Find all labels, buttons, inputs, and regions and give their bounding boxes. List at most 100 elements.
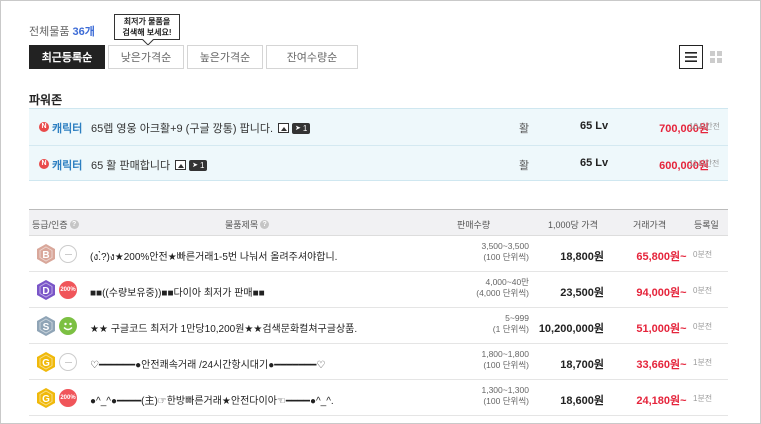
item-type: 활 <box>519 123 530 135</box>
header-grade-label: 등급/인증 <box>32 220 68 230</box>
registered-time: 0분전 <box>693 286 713 295</box>
item-time: 10시간전 <box>689 122 720 131</box>
total-items-count: 전체물품 36개 <box>29 23 95 39</box>
grade-badge: B <box>37 244 55 264</box>
registered-time: 1분전 <box>693 358 713 367</box>
sort-tab-remaining-qty[interactable]: 잔여수량순 <box>266 45 358 69</box>
sort-tab-high-price[interactable]: 높은가격순 <box>187 45 263 69</box>
grade-letter: G <box>42 394 50 405</box>
item-quantity: 5~999 (1 단위씩) <box>434 313 529 335</box>
registered-time: 1분전 <box>693 394 713 403</box>
total-label: 전체물품 <box>29 26 70 38</box>
search-tooltip: 최저가 물품을 검색해 보세요! <box>114 14 180 40</box>
grade-letter: G <box>42 358 50 369</box>
item-title[interactable]: (ง.̀̀?)ง★200%안전★빠른거래1-5번 나눠서 올려주셔야합니. <box>90 248 470 265</box>
registered-time: 0분전 <box>693 250 713 259</box>
item-title[interactable]: ♡━━━━━━●안전쾌속거래 /24시간항시대기●━━━━━━━♡ <box>90 356 470 371</box>
certification-badge: 200% <box>59 281 77 299</box>
total-count: 36개 <box>72 26 95 38</box>
quantity-unit: (100 단위씩) <box>483 252 529 262</box>
unit-price: 23,500원 <box>560 287 604 299</box>
cert-text: 200% <box>60 395 76 401</box>
tooltip-line-2: 검색해 보세요! <box>122 28 172 37</box>
grade-letter: D <box>42 286 49 297</box>
grade-letter: B <box>42 250 49 261</box>
item-quantity: 1,300~1,300 (100 단위씩) <box>434 385 529 407</box>
grade-letter: S <box>43 322 50 333</box>
grade-badge: G <box>37 352 55 372</box>
grade-badge: S <box>37 316 55 336</box>
list-icon <box>685 52 697 62</box>
image-icon <box>278 123 289 133</box>
table-row[interactable]: G 200% ●^_^●━━━━(主)☞한방빠른거래★안전다이아☜━━━━●^_… <box>29 380 728 416</box>
item-quantity: 3,500~3,500 (100 단위씩) <box>434 241 529 263</box>
header-title: 물품제목? <box>225 218 270 231</box>
unit-price: 10,200,000원 <box>538 323 604 335</box>
table-row[interactable]: S ★★ 구글코드 최저가 1만당10,200원★★검색문화컬쳐구글상품. 5~… <box>29 308 728 344</box>
sort-tab-low-price[interactable]: 낮은가격순 <box>108 45 184 69</box>
quantity-range: 5~999 <box>505 313 529 323</box>
image-count-badge: ➤ 1 <box>189 159 208 171</box>
header-grade: 등급/인증? <box>32 218 79 231</box>
certification-badge <box>59 317 77 335</box>
item-title[interactable]: ★★ 구글코드 최저가 1만당10,200원★★검색문화컬쳐구글상품. <box>90 320 470 335</box>
quantity-unit: (1 단위씩) <box>492 324 529 334</box>
quantity-unit: (100 단위씩) <box>483 396 529 406</box>
grade-hexagon-icon: B <box>37 244 55 264</box>
item-title[interactable]: ■■((수량보유중))■■다이아 최저가 판매■■ <box>90 284 470 299</box>
sort-tabs: 최근등록순 낮은가격순 높은가격순 잔여수량순 <box>29 45 361 69</box>
send-icon: ➤ <box>192 162 198 169</box>
grade-hexagon-icon: D <box>37 280 55 300</box>
grade-hexagon-icon: S <box>37 316 55 336</box>
table-row[interactable]: G ♡━━━━━━●안전쾌속거래 /24시간항시대기●━━━━━━━♡ 1,80… <box>29 344 728 380</box>
table-body: B (ง.̀̀?)ง★200%안전★빠른거래1-5번 나눠서 올려주셔야합니. … <box>29 236 728 416</box>
certification-badge <box>59 245 77 263</box>
cert-text: 200% <box>60 287 76 293</box>
help-icon[interactable]: ? <box>260 220 270 229</box>
new-badge: N <box>39 122 49 132</box>
new-badge: N <box>39 159 49 169</box>
grade-hexagon-icon: G <box>37 352 55 372</box>
quantity-unit: (100 단위씩) <box>483 360 529 370</box>
unit-price: 18,600원 <box>560 395 604 407</box>
item-title[interactable]: 65렙 영웅 아크활+9 (구글 깡통) 팝니다. ➤ 1 <box>91 120 311 136</box>
quantity-range: 1,300~1,300 <box>481 385 529 395</box>
header-qty: 판매수량 <box>457 220 491 230</box>
certification-badge: 200% <box>59 389 77 407</box>
category-label: 캐릭터 <box>52 123 83 135</box>
header-title-label: 물품제목 <box>225 220 259 230</box>
send-icon: ➤ <box>295 125 301 132</box>
item-level: 65 Lv <box>580 120 609 132</box>
unit-price: 18,800원 <box>560 251 604 263</box>
quantity-range: 3,500~3,500 <box>481 241 529 251</box>
grade-badge: G <box>37 388 55 408</box>
power-zone-title: 파워존 <box>29 93 63 107</box>
item-title[interactable]: ●^_^●━━━━(主)☞한방빠른거래★안전다이아☜━━━━●^_^. <box>90 392 470 407</box>
item-type: 활 <box>519 160 530 172</box>
sort-tab-recent[interactable]: 최근등록순 <box>29 45 105 69</box>
image-count: 1 <box>199 160 205 170</box>
quantity-range: 1,800~1,800 <box>481 349 529 359</box>
table-row[interactable]: D 200% ■■((수량보유중))■■다이아 최저가 판매■■ 4,000~4… <box>29 272 728 308</box>
certification-badge <box>59 353 77 371</box>
header-unit-price: 1,000당 가격 <box>548 220 598 230</box>
item-title-text: 65렙 영웅 아크활+9 (구글 깡통) 팝니다. <box>91 123 273 135</box>
image-count-badge: ➤ 1 <box>292 122 311 134</box>
list-view-button[interactable] <box>679 45 703 69</box>
item-table: 등급/인증? 물품제목? 판매수량 1,000당 가격 거래가격 등록일 B (… <box>29 209 728 416</box>
item-title[interactable]: 65 활 판매합니다 ➤ 1 <box>91 157 208 173</box>
unit-price: 18,700원 <box>560 359 604 371</box>
image-count: 1 <box>302 123 308 133</box>
item-title-text: 65 활 판매합니다 <box>91 160 171 172</box>
grid-view-button[interactable] <box>704 45 728 69</box>
power-zone-row[interactable]: N 캐릭터 65 활 판매합니다 ➤ 1 활 65 Lv 600,000원 11시… <box>29 145 728 181</box>
item-time: 11시간전 <box>689 159 720 168</box>
quantity-unit: (4,000 단위씩) <box>476 288 529 298</box>
item-level: 65 Lv <box>580 157 609 169</box>
help-icon[interactable]: ? <box>69 220 79 229</box>
table-header: 등급/인증? 물품제목? 판매수량 1,000당 가격 거래가격 등록일 <box>29 209 728 236</box>
tooltip-line-1: 최저가 물품을 <box>123 17 171 26</box>
image-icon <box>175 160 187 170</box>
table-row[interactable]: B (ง.̀̀?)ง★200%안전★빠른거래1-5번 나눠서 올려주셔야합니. … <box>29 236 728 272</box>
power-zone-row[interactable]: N 캐릭터 65렙 영웅 아크활+9 (구글 깡통) 팝니다. ➤ 1 활 65 … <box>29 109 728 145</box>
